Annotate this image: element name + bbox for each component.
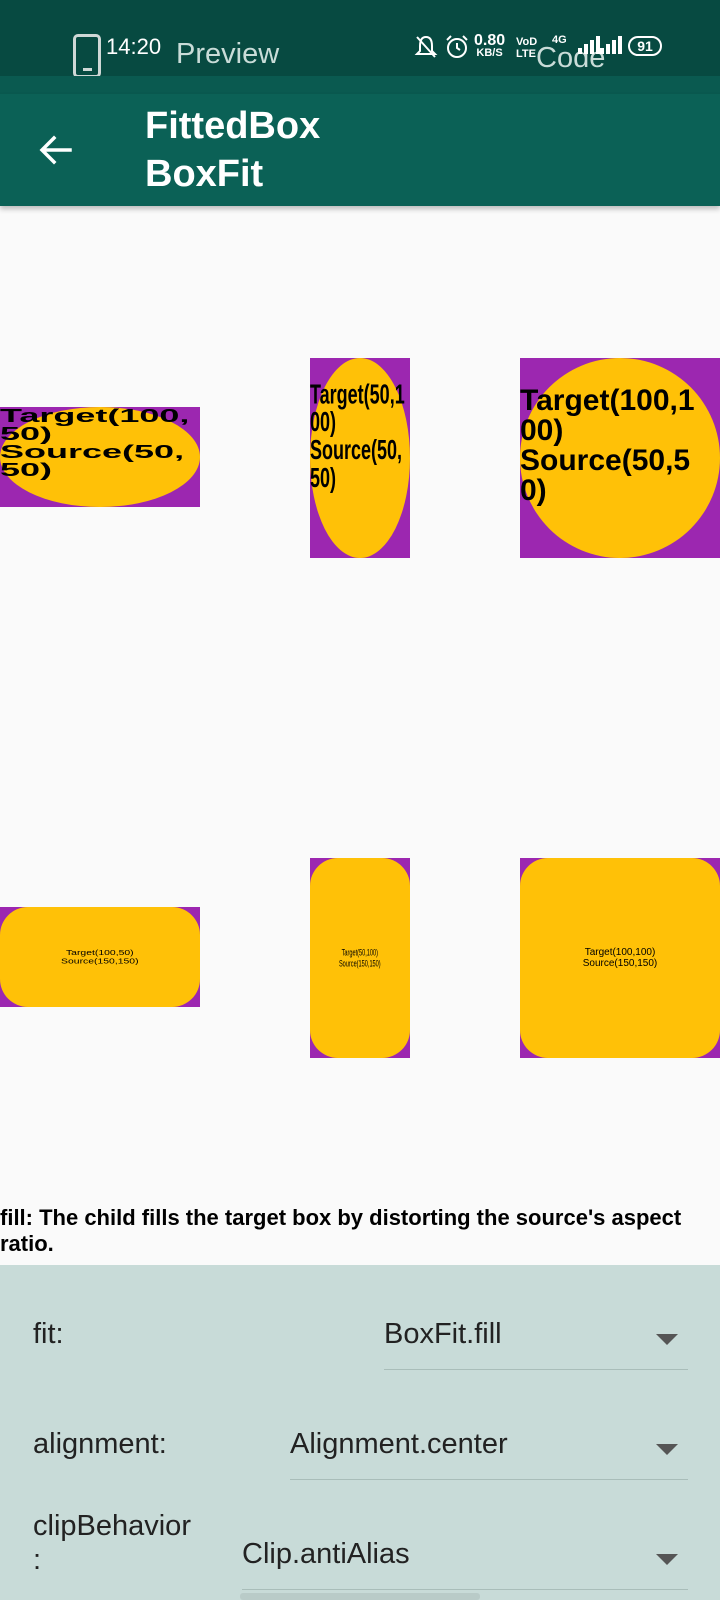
source-rounded-rect: Target(50,100) Source(150,150) xyxy=(310,858,410,1058)
controls-panel: fit: BoxFit.fill alignment: Alignment.ce… xyxy=(0,1265,720,1600)
status-bar-strip xyxy=(0,76,720,94)
alignment-label: alignment: xyxy=(33,1428,167,1460)
dropdown-caret-icon xyxy=(656,1334,678,1345)
status-time: 14:20 xyxy=(106,34,162,59)
speed-value: 0.80 xyxy=(474,32,506,49)
clip-behavior-label: clipBehavior : xyxy=(33,1510,191,1576)
rounded-label: Target(50,100) Source(150,150) xyxy=(339,946,381,969)
target-box-tall: Target(50,100) Source(50,50) xyxy=(310,358,410,558)
speed-unit: KB/S xyxy=(476,47,503,59)
mute-icon xyxy=(414,35,438,58)
page-title: FittedBox BoxFit xyxy=(145,105,321,195)
network-speed: 0.80 KB/S xyxy=(474,32,506,60)
signal-icon xyxy=(600,36,622,54)
oval-label: Target(100,100) Source(50,50) xyxy=(520,384,695,507)
dropdown-caret-icon xyxy=(656,1554,678,1565)
fit-value: BoxFit.fill xyxy=(384,1318,502,1350)
rounded-label: Target(100,100) Source(150,150) xyxy=(582,946,658,970)
source-rounded-rect: Target(100,100) Source(150,150) xyxy=(520,858,720,1058)
network-type: 4G xyxy=(552,34,567,46)
clip-behavior-dropdown[interactable]: Clip.antiAlias xyxy=(242,1530,688,1590)
clip-behavior-value: Clip.antiAlias xyxy=(242,1538,410,1570)
oval-label: Target(50,100) Source(50,50) xyxy=(310,378,405,494)
target-box-square: Target(100,100) Source(150,150) xyxy=(520,858,720,1058)
battery-icon: 91 xyxy=(628,36,662,56)
alignment-value: Alignment.center xyxy=(290,1428,508,1460)
target-box-wide: Target(100,50) Source(150,150) xyxy=(0,907,200,1007)
fit-dropdown[interactable]: BoxFit.fill xyxy=(384,1310,688,1370)
source-rounded-rect: Target(100,50) Source(150,150) xyxy=(0,907,200,1007)
status-bar: 14:20 Preview 0.80 KB/S VoD LTE Code 4G … xyxy=(0,0,720,78)
oval-label: Target(100,50) Source(50,50) xyxy=(0,407,190,480)
target-box-tall: Target(50,100) Source(150,150) xyxy=(310,858,410,1058)
dropdown-caret-icon xyxy=(656,1444,678,1455)
back-arrow-icon[interactable] xyxy=(36,130,76,170)
alignment-dropdown[interactable]: Alignment.center xyxy=(290,1420,688,1480)
rounded-label: Target(100,50) Source(150,150) xyxy=(61,948,139,966)
signal-icon xyxy=(578,36,600,54)
fit-description: fill: The child fills the target box by … xyxy=(0,1205,682,1256)
target-box-wide: Target(100,50) Source(50,50) xyxy=(0,407,200,507)
fit-label: fit: xyxy=(33,1318,64,1350)
preview-label: Preview xyxy=(176,38,280,70)
app-bar: FittedBox BoxFit xyxy=(0,94,720,206)
volte-label: VoD LTE xyxy=(516,36,538,60)
phone-icon xyxy=(73,34,101,78)
alarm-icon xyxy=(446,35,468,58)
target-box-square: Target(100,100) Source(50,50) xyxy=(520,358,720,558)
scrollbar[interactable] xyxy=(240,1593,480,1600)
